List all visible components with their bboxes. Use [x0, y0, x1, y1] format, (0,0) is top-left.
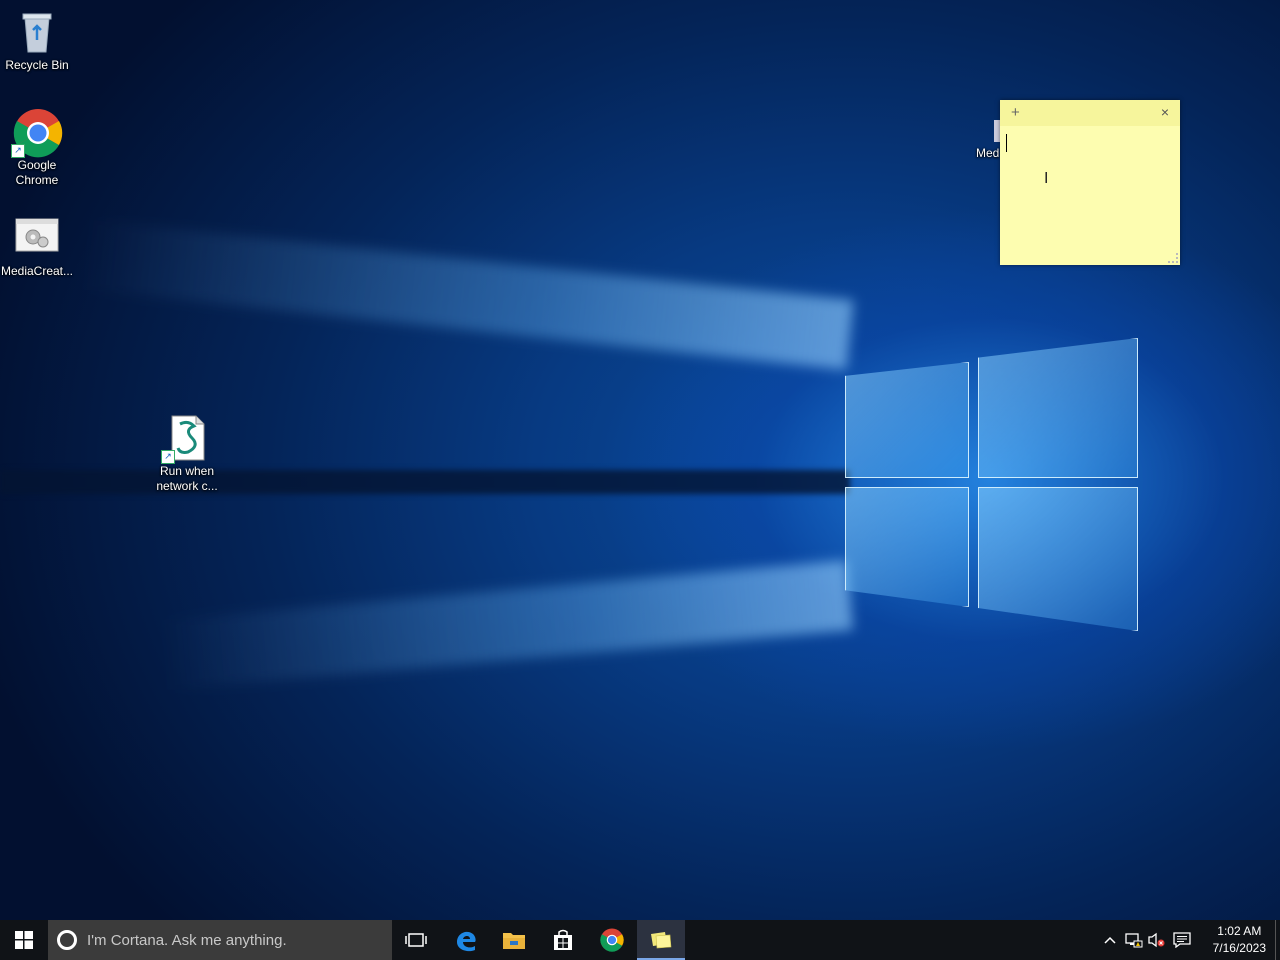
- taskbar-sticky-notes-button[interactable]: [637, 920, 685, 960]
- ibeam-cursor-icon: I: [1044, 170, 1049, 187]
- wallpaper-beam: [80, 219, 854, 370]
- recycle-bin-icon: [13, 8, 61, 56]
- taskbar-chrome-button[interactable]: [588, 920, 636, 960]
- close-note-button[interactable]: ×: [1161, 104, 1169, 120]
- sticky-note-titlebar[interactable]: + ×: [1000, 100, 1180, 126]
- task-view-icon: [405, 933, 427, 947]
- taskbar-store-button[interactable]: [539, 920, 587, 960]
- volume-muted-icon[interactable]: [1146, 930, 1166, 950]
- desktop-icon-media-creation-tool[interactable]: MediaCreat...: [0, 214, 74, 279]
- action-center-icon[interactable]: [1172, 930, 1192, 950]
- taskbar-file-explorer-button[interactable]: [490, 920, 538, 960]
- show-desktop-button[interactable]: [1275, 920, 1280, 960]
- logo-pane-bottom-left: [845, 487, 969, 607]
- text-caret: [1006, 134, 1007, 152]
- search-placeholder: I'm Cortana. Ask me anything.: [87, 931, 287, 949]
- desktop-icon-label: Run when network c...: [156, 464, 218, 493]
- task-view-button[interactable]: [392, 920, 440, 960]
- wallpaper-shadow-band: [0, 470, 850, 494]
- desktop-icon-google-chrome[interactable]: ↗ Google Chrome: [0, 108, 74, 188]
- desktop-icon-label: Recycle Bin: [5, 58, 69, 72]
- store-icon: [554, 929, 572, 950]
- desktop-icon-run-when-network[interactable]: ↗ Run when network c...: [150, 414, 224, 494]
- taskbar-clock[interactable]: 1:02 AM 7/16/2023: [1213, 923, 1266, 957]
- file-explorer-icon: [503, 933, 525, 949]
- shortcut-arrow-icon: ↗: [161, 450, 175, 464]
- chrome-icon: ↗: [11, 108, 63, 158]
- chrome-icon: [600, 928, 624, 952]
- windows-logo-icon: [15, 931, 33, 949]
- sticky-note-window[interactable]: + × I: [1000, 100, 1180, 265]
- clock-date: 7/16/2023: [1212, 941, 1266, 955]
- resize-grip-icon[interactable]: [1168, 253, 1178, 263]
- system-tray: 1:02 AM 7/16/2023: [1100, 920, 1280, 960]
- wallpaper-beam: [159, 560, 854, 691]
- taskbar-edge-button[interactable]: [442, 920, 490, 960]
- edge-icon: [457, 931, 476, 952]
- clock-time: 1:02 AM: [1217, 924, 1262, 938]
- desktop-icon-recycle-bin[interactable]: Recycle Bin: [0, 8, 74, 73]
- sticky-note-text-area[interactable]: I: [1000, 126, 1180, 265]
- logo-pane-top-right: [978, 338, 1138, 478]
- cortana-icon: [57, 930, 77, 950]
- logo-pane-bottom-right: [978, 487, 1138, 631]
- media-creation-tool-icon: [13, 214, 61, 262]
- logo-pane-top-left: [845, 362, 969, 478]
- cortana-search-box[interactable]: I'm Cortana. Ask me anything.: [48, 920, 392, 960]
- shortcut-arrow-icon: ↗: [11, 144, 25, 158]
- chevron-up-icon[interactable]: [1100, 930, 1120, 950]
- network-icon[interactable]: [1124, 930, 1144, 950]
- sticky-notes-icon: [651, 932, 672, 949]
- desktop-icon-label: MediaCreat...: [0, 264, 74, 278]
- taskbar: I'm Cortana. Ask me anything. 1:02 AM 7/…: [0, 920, 1280, 960]
- desktop-icon-label: Google Chrome: [15, 158, 59, 187]
- start-button[interactable]: [0, 920, 48, 960]
- add-note-button[interactable]: +: [1011, 104, 1020, 121]
- script-icon: ↗: [161, 414, 211, 464]
